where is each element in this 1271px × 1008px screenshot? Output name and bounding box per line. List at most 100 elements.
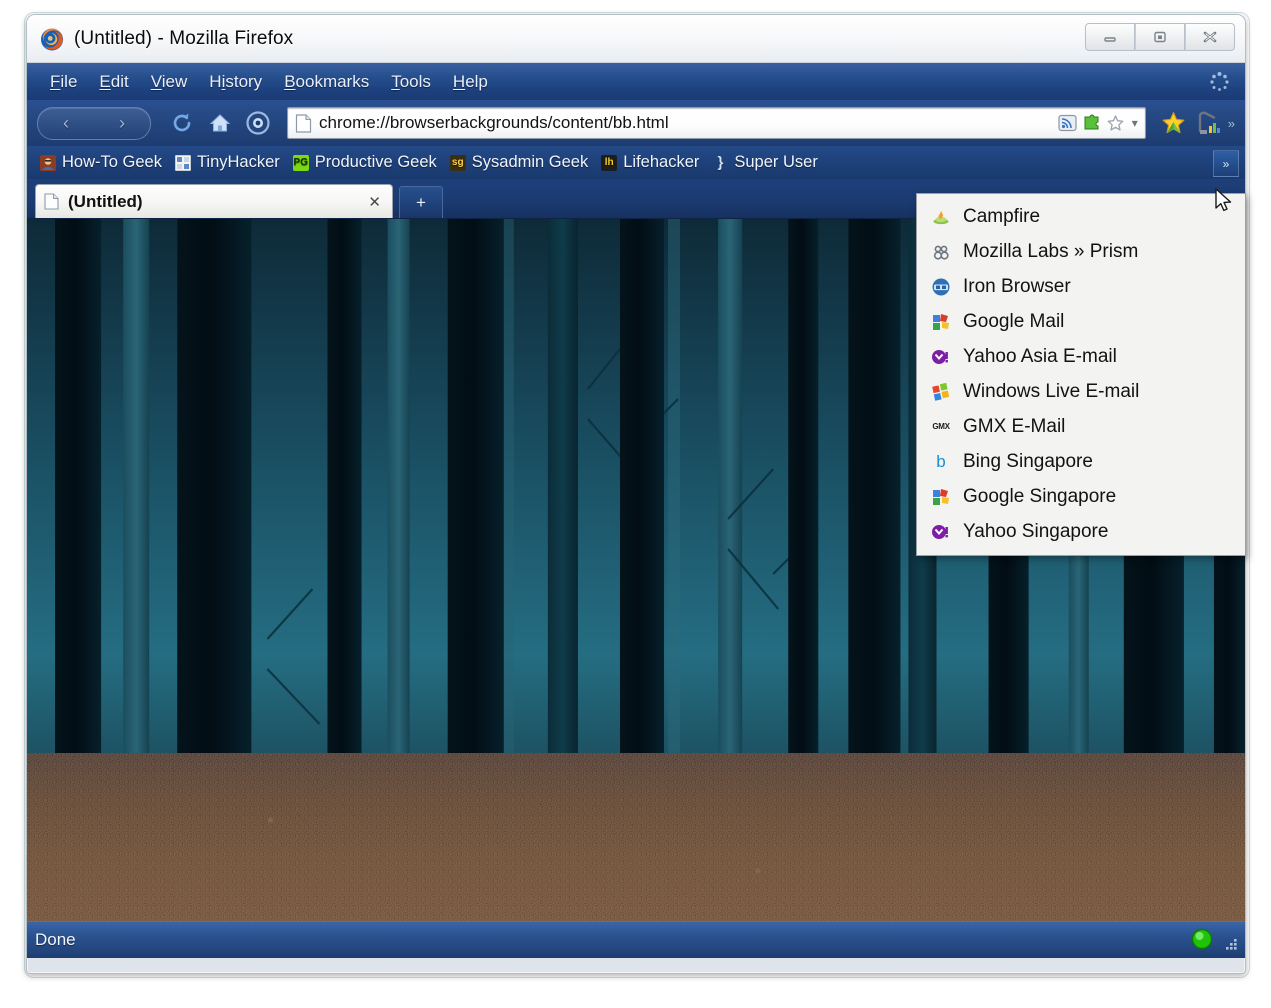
- home-icon: [209, 114, 231, 132]
- url-bar[interactable]: chrome://browserbackgrounds/content/bb.h…: [287, 107, 1146, 139]
- firefox-logo-icon: [39, 26, 65, 52]
- google-favicon: [931, 487, 951, 507]
- chevron-down-icon[interactable]: ▾: [1132, 116, 1138, 130]
- favicon-badge: sg: [451, 156, 464, 168]
- menu-item-yahoo-singapore[interactable]: Yahoo Singapore: [917, 514, 1245, 549]
- stop-button[interactable]: [241, 106, 275, 140]
- menu-item-label: Google Mail: [963, 310, 1065, 332]
- bookmarks-overflow-icon[interactable]: »: [1213, 150, 1239, 177]
- productive-geek-favicon: PG: [292, 154, 309, 171]
- back-forward-group: ‹ ›: [37, 106, 151, 140]
- feed-icon[interactable]: [1058, 114, 1077, 132]
- menu-item-bing-singapore[interactable]: b Bing Singapore: [917, 444, 1245, 479]
- menu-file[interactable]: File: [39, 69, 88, 95]
- yahoo-favicon: [931, 522, 951, 542]
- menu-item-label: Iron Browser: [963, 275, 1071, 297]
- bookmark-productive-geek[interactable]: PG Productive Geek: [288, 151, 445, 174]
- mouse-pointer-icon: [1215, 188, 1232, 212]
- star-outline-icon[interactable]: [1106, 114, 1125, 132]
- menu-item-yahoo-asia-email[interactable]: Yahoo Asia E-mail: [917, 339, 1245, 374]
- close-button[interactable]: [1185, 23, 1235, 51]
- maximize-button[interactable]: [1135, 23, 1185, 51]
- how-to-geek-favicon: [40, 154, 56, 171]
- favicon-badge: b: [936, 452, 946, 471]
- new-tab-button[interactable]: +: [399, 186, 443, 218]
- menu-history[interactable]: History: [198, 69, 273, 95]
- maximize-icon: [1154, 31, 1166, 43]
- menu-item-iron-browser[interactable]: Iron Browser: [917, 269, 1245, 304]
- menu-edit[interactable]: Edit: [88, 69, 139, 95]
- status-text: Done: [35, 930, 76, 949]
- menu-item-windows-live-email[interactable]: Windows Live E-mail: [917, 374, 1245, 409]
- campfire-favicon: [931, 207, 951, 227]
- google-mail-favicon: [931, 312, 951, 332]
- back-arrow-icon[interactable]: ‹: [63, 114, 69, 132]
- toolbar-overflow-icon[interactable]: »: [1228, 116, 1235, 131]
- bookmarks-toolbar: How-To Geek TinyHacker PG Productive Gee…: [27, 146, 1245, 179]
- menu-item-label: Bing Singapore: [963, 450, 1093, 472]
- lifehacker-favicon: lh: [601, 154, 618, 171]
- menu-bookmarks[interactable]: Bookmarks: [273, 69, 380, 95]
- tab-page-icon: [44, 193, 59, 210]
- menu-item-label: Yahoo Asia E-mail: [963, 345, 1117, 367]
- menu-item-label: GMX E-Mail: [963, 415, 1066, 437]
- stop-icon: [246, 111, 270, 135]
- throbber-icon: [1208, 70, 1231, 93]
- bookmark-sysadmin-geek[interactable]: sg Sysadmin Geek: [445, 151, 596, 174]
- status-bar: Done: [27, 921, 1245, 958]
- bookmark-how-to-geek[interactable]: How-To Geek: [35, 151, 170, 174]
- menu-tools[interactable]: Tools: [380, 69, 442, 95]
- reload-icon: [173, 113, 191, 132]
- windows-live-favicon: [931, 382, 951, 402]
- bookmarks-overflow-menu[interactable]: Campfire Mozilla Labs » Prism Iron Brows…: [916, 193, 1246, 556]
- bookmark-label: Productive Geek: [314, 153, 437, 171]
- tinyhacker-favicon: [174, 154, 191, 171]
- menu-item-mozilla-labs-prism[interactable]: Mozilla Labs » Prism: [917, 234, 1245, 269]
- status-bar-right: [1189, 926, 1239, 952]
- super-user-favicon: }: [712, 155, 728, 171]
- menu-help[interactable]: Help: [442, 69, 499, 95]
- close-tab-icon[interactable]: ✕: [365, 193, 384, 211]
- menu-item-label: Campfire: [963, 205, 1041, 227]
- yahoo-favicon: [931, 347, 951, 367]
- bookmark-tinyhacker[interactable]: TinyHacker: [170, 151, 288, 174]
- menu-view[interactable]: View: [140, 69, 199, 95]
- bookmark-label: How-To Geek: [62, 153, 162, 171]
- bookmark-super-user[interactable]: } Super User: [707, 151, 825, 174]
- navigation-toolbar: ‹ › chrome://browserbackgrounds/content/…: [27, 100, 1245, 146]
- minimize-button[interactable]: [1085, 23, 1135, 51]
- puzzle-piece-icon[interactable]: [1082, 114, 1101, 132]
- menu-item-label: Mozilla Labs » Prism: [963, 240, 1139, 262]
- bookmark-label: Super User: [734, 153, 818, 171]
- resize-grip-icon[interactable]: [1221, 934, 1239, 952]
- page-favicon-icon: [295, 113, 312, 133]
- star-filled-icon[interactable]: [1160, 110, 1187, 137]
- sysadmin-geek-favicon: sg: [449, 154, 466, 171]
- minimize-icon: [1104, 37, 1116, 42]
- favicon-badge: }: [717, 154, 724, 171]
- forest-floor-texture: [27, 752, 1245, 921]
- menu-item-label: Windows Live E-mail: [963, 380, 1140, 402]
- forward-arrow-icon[interactable]: ›: [119, 114, 125, 132]
- urlbar-icons: ▾: [1058, 114, 1141, 132]
- green-status-icon[interactable]: [1189, 926, 1215, 952]
- bookmark-label: Lifehacker: [623, 153, 700, 171]
- menu-item-label: Google Singapore: [963, 485, 1117, 507]
- menu-item-google-singapore[interactable]: Google Singapore: [917, 479, 1245, 514]
- tab-title: (Untitled): [68, 191, 143, 211]
- bing-favicon: b: [931, 452, 951, 472]
- tab-untitled[interactable]: (Untitled) ✕: [35, 184, 393, 218]
- title-bar: (Untitled) - Mozilla Firefox: [27, 15, 1245, 63]
- url-text[interactable]: chrome://browserbackgrounds/content/bb.h…: [319, 113, 1058, 133]
- favicon-badge: lh: [604, 156, 614, 168]
- menu-item-gmx-email[interactable]: GMX GMX E-Mail: [917, 409, 1245, 444]
- bookmarks-manager-icon[interactable]: [1194, 109, 1222, 137]
- menu-item-label: Yahoo Singapore: [963, 520, 1109, 542]
- menu-bar: File Edit View History Bookmarks Tools H…: [27, 63, 1245, 100]
- home-button[interactable]: [203, 106, 237, 140]
- reload-button[interactable]: [165, 106, 199, 140]
- gmx-favicon: GMX: [931, 417, 951, 437]
- menu-item-google-mail[interactable]: Google Mail: [917, 304, 1245, 339]
- bookmark-lifehacker[interactable]: lh Lifehacker: [596, 151, 707, 174]
- menu-item-campfire[interactable]: Campfire: [917, 199, 1245, 234]
